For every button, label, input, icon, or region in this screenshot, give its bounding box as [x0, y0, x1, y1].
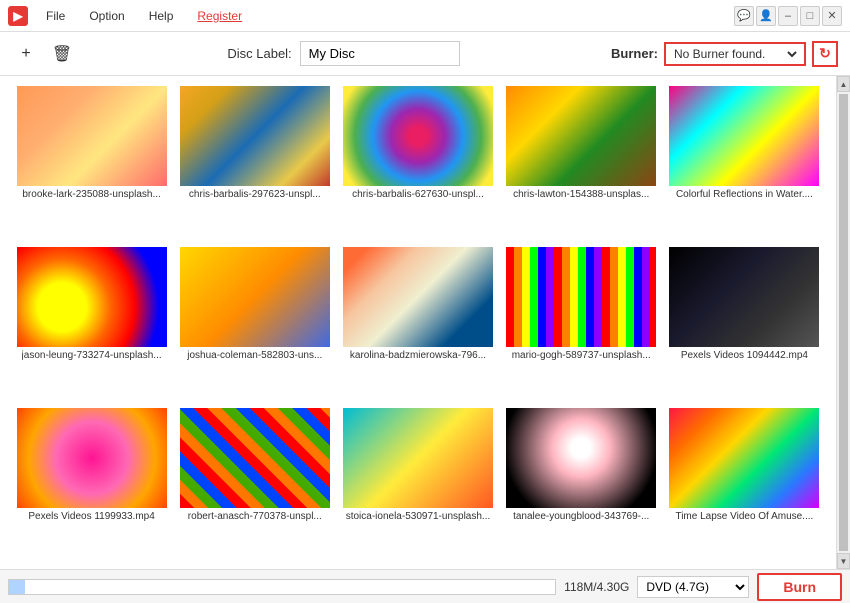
menu-bar: File Option Help Register: [36, 5, 734, 27]
thumbnail-12: [180, 408, 330, 508]
thumbnail-10: [669, 247, 819, 347]
thumbnail-3: [343, 86, 493, 186]
burn-button[interactable]: Burn: [757, 573, 842, 601]
thumbnail-4: [506, 86, 656, 186]
thumbnail-6: [17, 247, 167, 347]
thumb-image-14: [506, 408, 656, 508]
menu-option[interactable]: Option: [79, 5, 134, 27]
toolbar-center: Disc Label:: [84, 41, 603, 66]
thumbnail-15: [669, 408, 819, 508]
thumb-label-5: Colorful Reflections in Water....: [676, 189, 813, 200]
thumbnail-13: [343, 408, 493, 508]
grid-item-12[interactable]: robert-anasch-770378-unspl...: [173, 408, 336, 569]
thumb-label-1: brooke-lark-235088-unsplash...: [22, 189, 160, 200]
person-icon-btn[interactable]: 👤: [756, 6, 776, 26]
grid-item-5[interactable]: Colorful Reflections in Water....: [663, 86, 826, 247]
disc-label-input[interactable]: [300, 41, 460, 66]
size-label: 118M/4.30G: [564, 580, 629, 594]
thumb-label-14: tanalee-youngblood-343769-...: [513, 511, 649, 522]
thumbnail-7: [180, 247, 330, 347]
thumb-label-6: jason-leung-733274-unsplash...: [22, 350, 162, 361]
thumb-label-10: Pexels Videos 1094442.mp4: [681, 350, 808, 361]
grid-item-4[interactable]: chris-lawton-154388-unsplas...: [500, 86, 663, 247]
thumb-image-6: [17, 247, 167, 347]
thumbnail-8: [343, 247, 493, 347]
thumb-label-9: mario-gogh-589737-unsplash...: [512, 350, 651, 361]
grid-item-6[interactable]: jason-leung-733274-unsplash...: [10, 247, 173, 408]
grid-item-2[interactable]: chris-barbalis-297623-unspl...: [173, 86, 336, 247]
chat-icon-btn[interactable]: 💬: [734, 6, 754, 26]
thumb-label-2: chris-barbalis-297623-unspl...: [189, 189, 321, 200]
thumb-label-12: robert-anasch-770378-unspl...: [188, 511, 322, 522]
thumbnail-11: [17, 408, 167, 508]
progress-bar-fill: [9, 580, 25, 594]
app-icon: ▶: [8, 6, 28, 26]
title-bar: ▶ File Option Help Register 💬 👤 – □ ✕: [0, 0, 850, 32]
thumb-image-8: [343, 247, 493, 347]
delete-button[interactable]: 🗑: [48, 40, 76, 68]
progress-bar: [8, 579, 556, 595]
disc-label-text: Disc Label:: [227, 46, 291, 61]
scroll-up-button[interactable]: ▲: [837, 76, 850, 92]
dvd-select-wrap: DVD (4.7G)DVD DL (8.5G)BD (25G): [637, 576, 749, 598]
thumb-image-5: [669, 86, 819, 186]
grid-item-14[interactable]: tanalee-youngblood-343769-...: [500, 408, 663, 569]
thumb-label-13: stoica-ionela-530971-unsplash...: [346, 511, 491, 522]
thumb-image-2: [180, 86, 330, 186]
dvd-format-select[interactable]: DVD (4.7G)DVD DL (8.5G)BD (25G): [637, 576, 749, 598]
content-area: brooke-lark-235088-unsplash... chris-bar…: [0, 76, 850, 569]
burner-select[interactable]: No Burner found.: [670, 46, 800, 62]
grid-item-3[interactable]: chris-barbalis-627630-unspl...: [336, 86, 499, 247]
burner-select-wrap: No Burner found.: [664, 42, 806, 66]
thumbnail-14: [506, 408, 656, 508]
grid-item-15[interactable]: Time Lapse Video Of Amuse....: [663, 408, 826, 569]
grid-item-8[interactable]: karolina-badzmierowska-796...: [336, 247, 499, 408]
scrollbar[interactable]: ▲ ▼: [836, 76, 850, 569]
toolbar: + 🗑 Disc Label: Burner: No Burner found.…: [0, 32, 850, 76]
grid-item-13[interactable]: stoica-ionela-530971-unsplash...: [336, 408, 499, 569]
scroll-down-button[interactable]: ▼: [837, 553, 850, 569]
thumb-label-15: Time Lapse Video Of Amuse....: [675, 511, 813, 522]
maximize-button[interactable]: □: [800, 6, 820, 26]
toolbar-left: + 🗑: [12, 40, 76, 68]
toolbar-right: Burner: No Burner found. ↻: [611, 41, 838, 67]
menu-file[interactable]: File: [36, 5, 75, 27]
thumb-label-4: chris-lawton-154388-unsplas...: [513, 189, 649, 200]
close-button[interactable]: ✕: [822, 6, 842, 26]
grid-item-10[interactable]: Pexels Videos 1094442.mp4: [663, 247, 826, 408]
minimize-button[interactable]: –: [778, 6, 798, 26]
thumbnail-9: [506, 247, 656, 347]
scrollbar-thumb[interactable]: [839, 94, 848, 551]
thumb-label-11: Pexels Videos 1199933.mp4: [28, 511, 154, 522]
burner-label: Burner:: [611, 46, 658, 61]
thumb-label-3: chris-barbalis-627630-unspl...: [352, 189, 484, 200]
add-button[interactable]: +: [12, 40, 40, 68]
bottom-bar: 118M/4.30G DVD (4.7G)DVD DL (8.5G)BD (25…: [0, 569, 850, 603]
refresh-button[interactable]: ↻: [812, 41, 838, 67]
window-controls: 💬 👤 – □ ✕: [734, 6, 842, 26]
thumb-image-10: [669, 247, 819, 347]
thumb-image-11: [17, 408, 167, 508]
thumb-image-9: [506, 247, 656, 347]
grid-item-11[interactable]: Pexels Videos 1199933.mp4: [10, 408, 173, 569]
thumbnail-1: [17, 86, 167, 186]
thumb-image-15: [669, 408, 819, 508]
thumb-image-1: [17, 86, 167, 186]
menu-help[interactable]: Help: [139, 5, 184, 27]
thumbnail-5: [669, 86, 819, 186]
thumb-image-13: [343, 408, 493, 508]
thumb-label-7: joshua-coleman-582803-uns...: [187, 350, 322, 361]
thumbnail-2: [180, 86, 330, 186]
thumb-image-4: [506, 86, 656, 186]
media-grid: brooke-lark-235088-unsplash... chris-bar…: [0, 76, 836, 569]
grid-item-7[interactable]: joshua-coleman-582803-uns...: [173, 247, 336, 408]
thumb-image-7: [180, 247, 330, 347]
grid-item-1[interactable]: brooke-lark-235088-unsplash...: [10, 86, 173, 247]
grid-item-9[interactable]: mario-gogh-589737-unsplash...: [500, 247, 663, 408]
thumb-image-3: [343, 86, 493, 186]
thumb-label-8: karolina-badzmierowska-796...: [350, 350, 486, 361]
thumb-image-12: [180, 408, 330, 508]
menu-register[interactable]: Register: [187, 5, 252, 27]
